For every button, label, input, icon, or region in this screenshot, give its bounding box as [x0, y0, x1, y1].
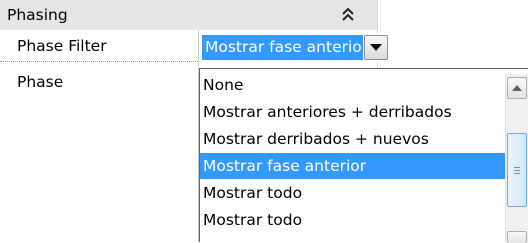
chevron-up-icon [512, 85, 522, 91]
grip-line [514, 173, 520, 174]
option-show-all[interactable]: Mostrar todo [200, 180, 506, 206]
section-title: Phasing [7, 6, 68, 24]
property-name-phase: Phase [17, 73, 64, 91]
dropdown-scrollbar[interactable] [505, 74, 528, 243]
chevron-down-icon [370, 44, 382, 51]
scroll-thumb[interactable] [507, 133, 527, 207]
property-name-phase-filter: Phase Filter [17, 37, 107, 55]
collapse-icon[interactable] [338, 2, 358, 28]
scroll-up-button[interactable] [507, 77, 527, 99]
grip-line [514, 170, 520, 171]
section-header-phasing[interactable]: Phasing [0, 0, 378, 30]
grip-line [514, 167, 520, 168]
dropdown-button[interactable] [364, 35, 388, 60]
option-previous-demolished[interactable]: Mostrar anteriores + derribados [200, 99, 506, 125]
scroll-down-button[interactable] [507, 231, 527, 243]
phase-filter-value[interactable]: Mostrar fase anterior [202, 35, 363, 60]
phase-filter-options-list[interactable]: None Mostrar anteriores + derribados Mos… [199, 68, 528, 242]
option-show-all-2[interactable]: Mostrar todo [200, 207, 506, 233]
option-none[interactable]: None [200, 72, 506, 98]
option-demolished-new[interactable]: Mostrar derribados + nuevos [200, 126, 506, 152]
phase-filter-dropdown[interactable]: Mostrar fase anterior [200, 33, 388, 62]
option-previous-phase-selected[interactable]: Mostrar fase anterior [200, 153, 506, 179]
